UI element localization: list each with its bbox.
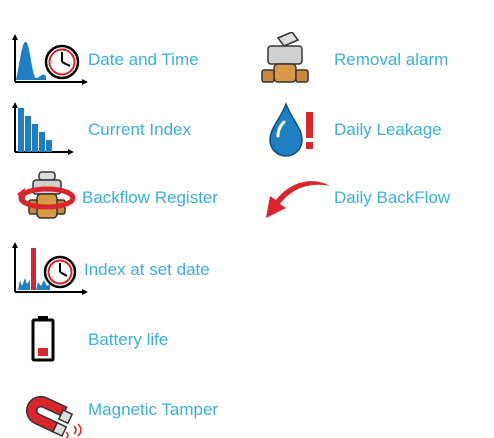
legend-item-backflow-register: Backflow Register	[6, 170, 218, 226]
legend-label: Daily BackFlow	[334, 188, 451, 207]
magnet-icon	[26, 395, 82, 438]
spike-chart-clock-icon	[12, 242, 88, 295]
legend-item-index-at-set-date: Index at set date	[12, 242, 210, 298]
meter-rotate-icon	[17, 171, 76, 219]
legend-label: Current Index	[88, 120, 191, 139]
drop-alert-icon	[269, 102, 313, 157]
legend-label: Backflow Register	[82, 188, 219, 207]
battery-icon	[31, 316, 55, 362]
legend-label: Magnetic Tamper	[88, 400, 219, 419]
legend-item-current-index: Current Index	[12, 102, 191, 158]
legend-item-battery-life: Battery life	[12, 312, 168, 368]
legend-label: Daily Leakage	[334, 120, 442, 139]
legend-label: Removal alarm	[334, 50, 449, 69]
meter-removal-icon	[261, 32, 309, 83]
legend-item-daily-backflow: Daily BackFlow	[258, 170, 450, 226]
legend-item-removal-alarm: Removal alarm	[258, 32, 448, 88]
chart-clock-icon	[12, 34, 88, 85]
legend-label: Battery life	[88, 330, 169, 349]
legend-label: Index at set date	[84, 260, 210, 279]
legend-item-magnetic-tamper: Magnetic Tamper	[12, 382, 218, 438]
backflow-arrow-icon	[266, 181, 330, 218]
legend-item-date-and-time: Date and Time	[12, 32, 199, 88]
legend-item-daily-leakage: Daily Leakage	[258, 102, 442, 158]
bar-chart-icon	[12, 102, 74, 155]
legend-label: Date and Time	[88, 50, 199, 69]
